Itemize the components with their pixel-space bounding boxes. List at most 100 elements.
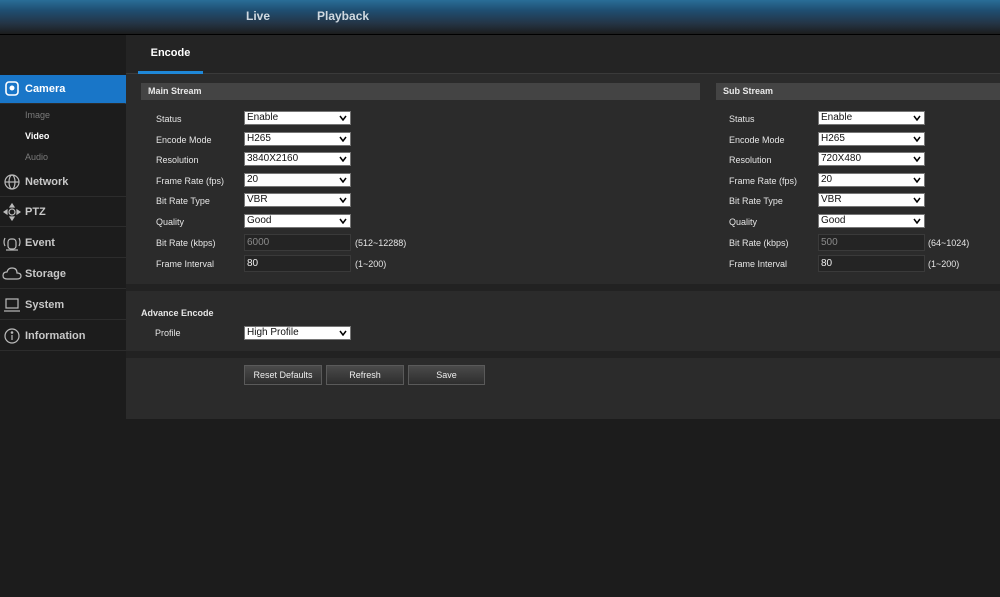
sub-frame-interval-range: (1~200) [928, 259, 960, 269]
sub-bitrate-input[interactable]: 500 [818, 234, 925, 251]
sidebar-sub-video[interactable]: Video [25, 131, 49, 141]
main-frame-interval-input[interactable]: 80 [244, 255, 351, 272]
chevron-down-icon [339, 177, 347, 183]
select-value: Enable [247, 112, 279, 123]
select-value: Enable [821, 112, 853, 123]
sub-frame-interval-input[interactable]: 80 [818, 255, 925, 272]
advance-encode-title: Advance Encode [141, 308, 214, 318]
chevron-down-icon [913, 156, 921, 162]
sidebar-item-network[interactable]: Network [0, 167, 126, 197]
main-frame-interval-range: (1~200) [355, 259, 387, 269]
profile-label: Profile [155, 328, 181, 338]
sub-frame-interval-label: Frame Interval [729, 259, 788, 269]
chevron-down-icon [913, 115, 921, 121]
sub-status-label: Status [729, 114, 755, 124]
sidebar: Camera Image Video Audio Network PTZ Eve… [0, 35, 133, 597]
nav-live[interactable]: Live [246, 9, 270, 23]
select-value: 20 [821, 174, 833, 185]
sub-frame-rate-select[interactable]: 20 [818, 173, 925, 187]
main-bitrate-input[interactable]: 6000 [244, 234, 351, 251]
sidebar-item-camera[interactable]: Camera [0, 75, 132, 104]
main-frame-rate-select[interactable]: 20 [244, 173, 351, 187]
select-value: Good [821, 215, 846, 226]
alarm-icon [1, 232, 23, 254]
chevron-down-icon [339, 156, 347, 162]
section-divider [126, 351, 1000, 358]
select-value: VBR [247, 194, 268, 205]
sub-encode-mode-label: Encode Mode [729, 135, 785, 145]
sub-status-select[interactable]: Enable [818, 111, 925, 125]
select-value: 20 [247, 174, 259, 185]
sidebar-sub-image[interactable]: Image [25, 110, 50, 120]
main-encode-mode-select[interactable]: H265 [244, 132, 351, 146]
info-icon [1, 325, 23, 347]
select-value: 3840X2160 [247, 153, 299, 164]
sidebar-item-information[interactable]: Information [0, 321, 126, 351]
sidebar-item-label: Information [25, 329, 86, 342]
monitor-icon [1, 294, 23, 316]
main-status-select[interactable]: Enable [244, 111, 351, 125]
main-encode-mode-label: Encode Mode [156, 135, 212, 145]
camera-icon [1, 78, 23, 100]
select-value: Good [247, 215, 272, 226]
sub-bitrate-type-label: Bit Rate Type [729, 196, 783, 206]
chevron-down-icon [913, 136, 921, 142]
main-bitrate-label: Bit Rate (kbps) [156, 238, 216, 248]
sub-bitrate-range: (64~1024) [928, 238, 970, 248]
select-value: 720X480 [821, 153, 862, 164]
sidebar-item-ptz[interactable]: PTZ [0, 197, 126, 227]
sidebar-item-storage[interactable]: Storage [0, 259, 126, 289]
sub-bitrate-label: Bit Rate (kbps) [729, 238, 789, 248]
sub-quality-label: Quality [729, 217, 758, 227]
tab-encode[interactable]: Encode [138, 35, 203, 74]
sub-resolution-select[interactable]: 720X480 [818, 152, 925, 166]
chevron-down-icon [339, 330, 347, 336]
globe-icon [1, 171, 23, 193]
main-quality-select[interactable]: Good [244, 214, 351, 228]
sidebar-item-system[interactable]: System [0, 290, 126, 320]
main-resolution-select[interactable]: 3840X2160 [244, 152, 351, 166]
chevron-down-icon [913, 218, 921, 224]
main-status-label: Status [156, 114, 182, 124]
sidebar-item-label: Event [25, 236, 55, 249]
nav-playback[interactable]: Playback [317, 9, 369, 23]
chevron-down-icon [339, 136, 347, 142]
select-value: H265 [247, 133, 271, 144]
main-stream-header: Main Stream [141, 83, 700, 100]
main-frame-rate-label: Frame Rate (fps) [156, 176, 225, 186]
encode-panel: Encode Main Stream Status Enable Encode … [126, 35, 1000, 419]
sidebar-item-label: System [25, 298, 65, 311]
sub-encode-mode-select[interactable]: H265 [818, 132, 925, 146]
select-value: H265 [821, 133, 845, 144]
sub-bitrate-type-select[interactable]: VBR [818, 193, 925, 207]
main-bitrate-type-select[interactable]: VBR [244, 193, 351, 207]
main-frame-interval-label: Frame Interval [156, 259, 215, 269]
sidebar-sub-audio[interactable]: Audio [25, 152, 48, 162]
section-divider [126, 284, 1000, 291]
sub-frame-rate-label: Frame Rate (fps) [729, 176, 798, 186]
chevron-down-icon [913, 197, 921, 203]
chevron-down-icon [339, 218, 347, 224]
main-resolution-label: Resolution [156, 155, 199, 165]
reset-defaults-button[interactable]: Reset Defaults [244, 365, 322, 385]
main-bitrate-type-label: Bit Rate Type [156, 196, 210, 206]
main-bitrate-range: (512~12288) [355, 238, 407, 248]
sub-quality-select[interactable]: Good [818, 214, 925, 228]
ptz-icon [1, 201, 23, 223]
chevron-down-icon [339, 197, 347, 203]
cloud-icon [1, 263, 23, 285]
refresh-button[interactable]: Refresh [326, 365, 404, 385]
chevron-down-icon [339, 115, 347, 121]
select-value: VBR [821, 194, 842, 205]
chevron-down-icon [913, 177, 921, 183]
sub-stream-header: Sub Stream [716, 83, 1000, 100]
select-value: High Profile [247, 327, 299, 338]
profile-select[interactable]: High Profile [244, 326, 351, 340]
sidebar-item-label: Storage [25, 267, 66, 280]
save-button[interactable]: Save [408, 365, 485, 385]
sidebar-item-label: PTZ [25, 205, 46, 218]
main-quality-label: Quality [156, 217, 185, 227]
sub-resolution-label: Resolution [729, 155, 772, 165]
sidebar-item-event[interactable]: Event [0, 228, 126, 258]
sidebar-item-label: Camera [25, 83, 66, 95]
